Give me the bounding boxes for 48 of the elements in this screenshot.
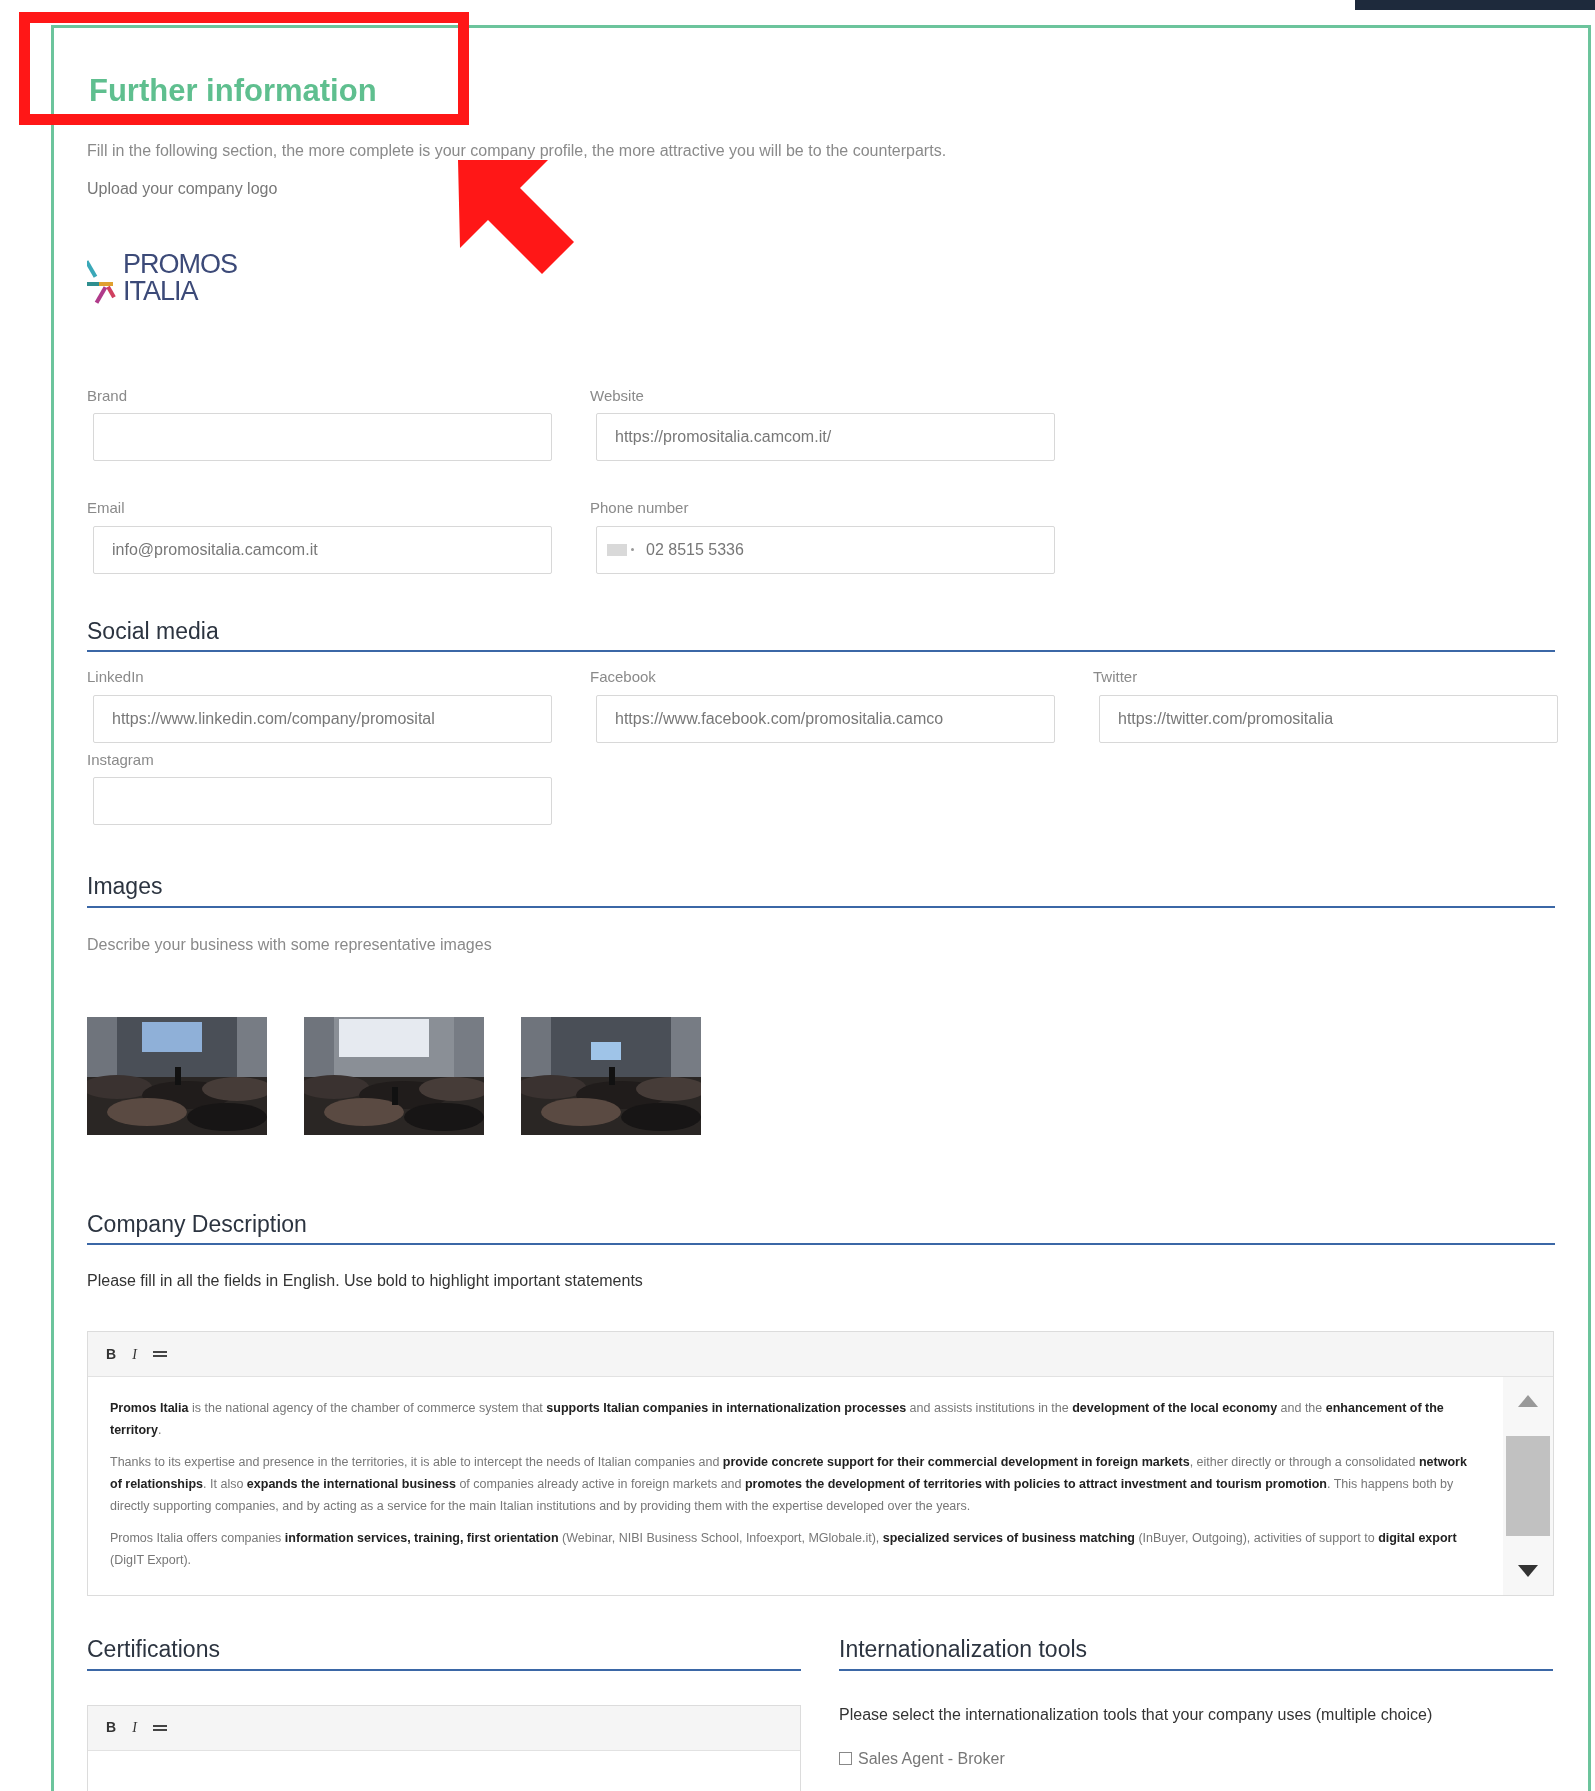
scrollbar[interactable] [1503,1377,1553,1595]
section-heading: Social media [87,617,219,644]
field-label: Brand [87,385,129,406]
input-field[interactable]: https://www.linkedin.com/company/promosital [93,694,552,743]
scrollbar-thumb[interactable] [1506,1436,1550,1536]
field-label: Facebook [590,667,657,687]
field-label: LinkedIn [87,667,145,687]
section-heading: Images [87,873,163,899]
italic-button[interactable]: I [132,1343,137,1365]
field-label: Website [590,385,645,406]
intro-text: Fill in the following section, the more complete is your company profile, the more attractive you will be to the counterparts. [87,140,948,161]
input-field[interactable]: https://promositalia.camcom.it/ [596,413,1055,461]
bold-button[interactable]: B [106,1343,117,1365]
description-paragraph: Promos Italia offers companies information services, training, first orientation (Webinar, NIBI Business School, Infoexport, MGlobale.it), specialized services of business matching (InBuyer, Outgoing), activities of support to digital export (DigIT Export). [110,1530,1458,1569]
description-paragraph: Promos Italia is the national agency of the chamber of commerce system that supports Italian companies in internationalization processes and assists institutions in the development of the local economy and the enhancement of the territory. [110,1400,1445,1439]
section-heading: Certifications [87,1636,220,1662]
description-note: Please fill in all the fields in English. Use bold to highlight important statements [87,1271,644,1291]
input-field[interactable]: info@promositalia.camcom.it [93,525,552,574]
input-field[interactable]: https://twitter.com/promositalia [1099,694,1558,743]
input-field[interactable]: https://www.facebook.com/promositalia.camco [596,694,1055,743]
logo-text: ITALIA [123,277,200,305]
tools-note: Please select the internationalization tools that your company uses (multiple choice) [839,1704,1434,1725]
bold-button[interactable]: B [106,1717,117,1738]
checkbox[interactable] [839,1752,852,1765]
input-field[interactable] [93,413,552,461]
scroll-up-icon[interactable] [1518,1395,1538,1407]
description-paragraph: Thanks to its expertise and presence in the territories, it is able to intercept the needs of Italian companies and provide concrete support for their commercial development in foreign markets, either directly or through a consolidated network of relationships. It also expands the international business of companies already active in foreign markets and promotes the development of territories with policies to attract investment and tourism promotion. This happens both by directly supporting companies, and by acting as a service for the main Italian institutions and by providing them with the expertise developed over the years. [110,1454,1468,1515]
input-field[interactable] [93,777,552,825]
scroll-down-icon[interactable] [1518,1565,1538,1577]
arrow-icon [458,160,574,274]
logo-text: PROMOS [123,250,237,278]
horizontal-rule-icon[interactable] [152,1351,167,1357]
section-heading: Company Description [87,1210,307,1237]
field-label: Phone number [590,498,690,518]
section-title: Further information [89,72,378,110]
horizontal-rule-icon[interactable] [152,1724,167,1731]
italic-button[interactable]: I [132,1717,137,1738]
field-label: Email [87,498,126,518]
logo-prompt: Upload your company logo [87,178,279,199]
field-label: Twitter [1093,667,1139,687]
checkbox-option[interactable]: Sales Agent - Broker [839,1746,1005,1771]
text-editor[interactable] [87,1331,1554,1596]
images-description: Describe your business with some representative images [87,934,493,955]
field-label: Instagram [87,749,155,770]
input-field[interactable]: 02 8515 5336 [596,525,1055,574]
section-heading: Internationalization tools [839,1636,1088,1662]
text-editor[interactable]: B I [87,1704,801,1791]
country-flag-icon[interactable] [607,543,634,556]
